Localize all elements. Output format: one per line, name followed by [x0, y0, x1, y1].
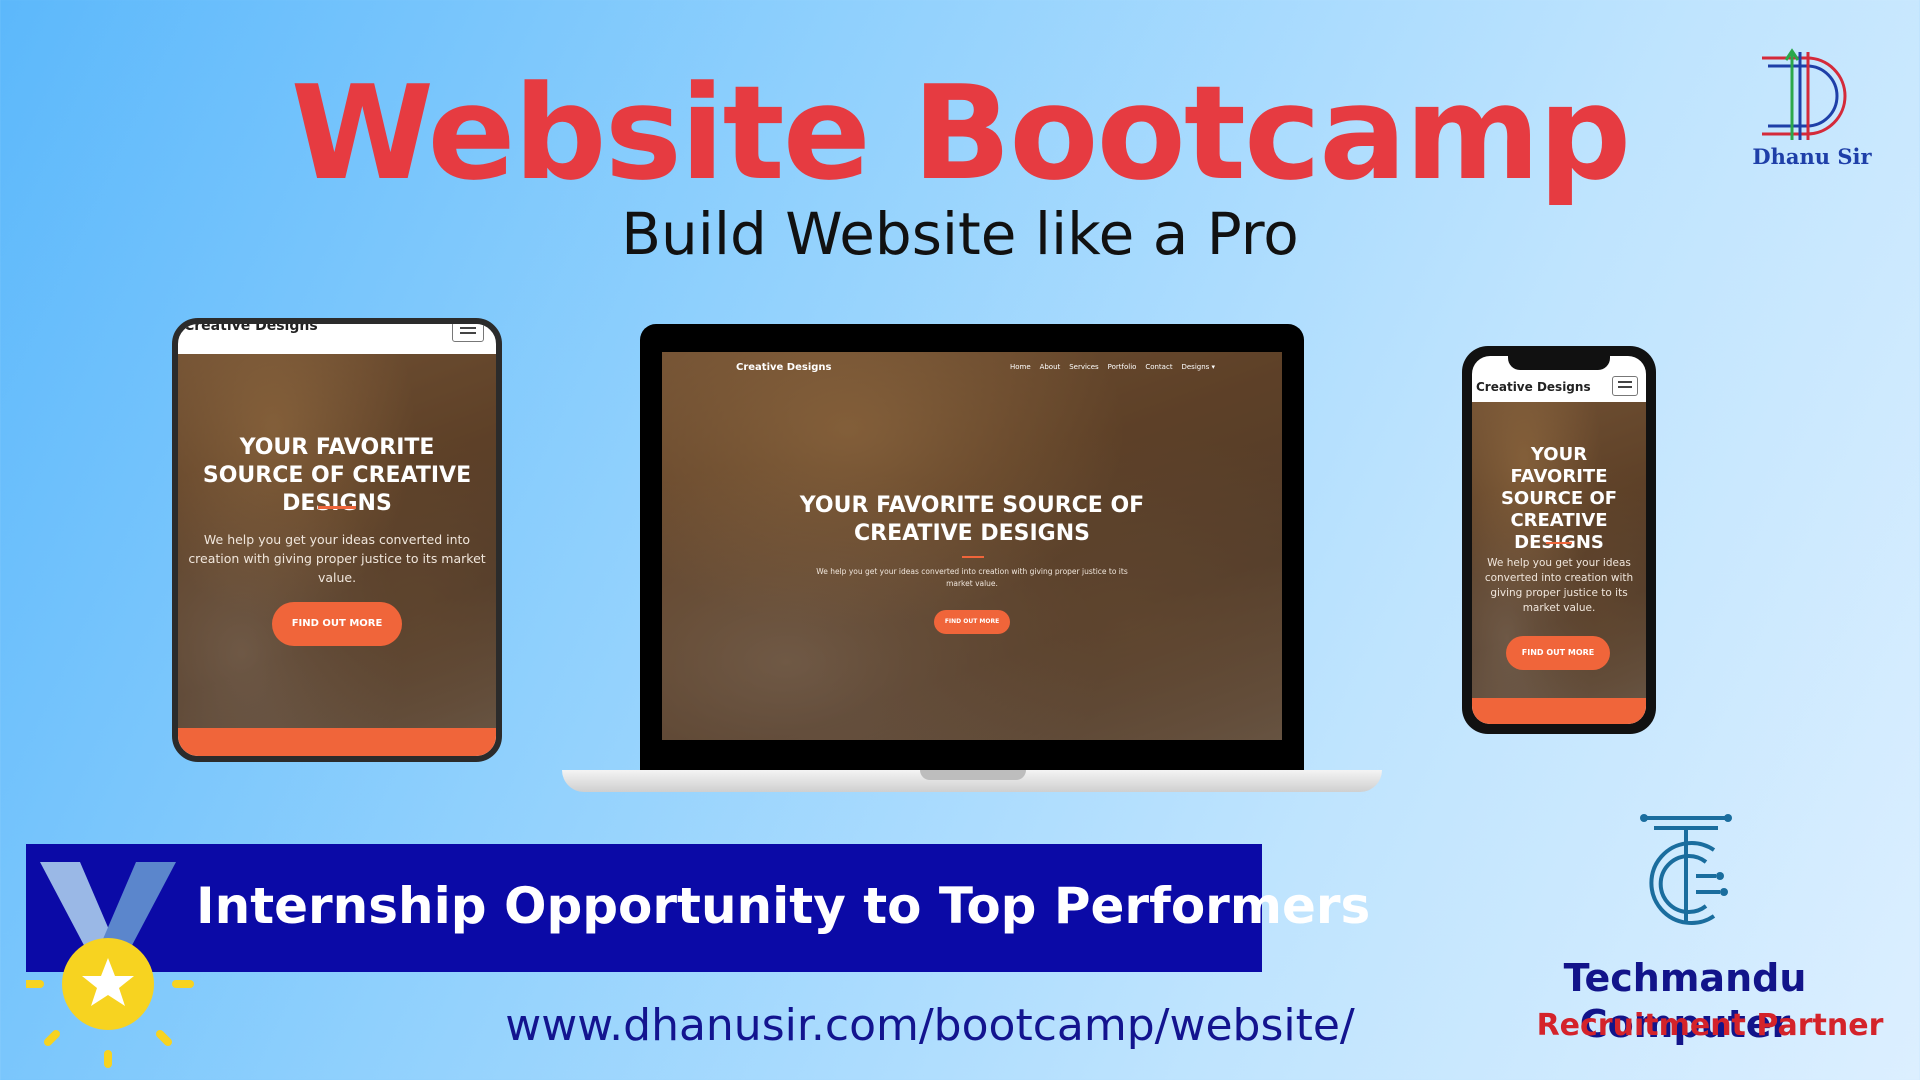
laptop-description: We help you get your ideas converted int… — [816, 567, 1128, 588]
partner-role: Recruitment Partner — [1536, 1008, 1884, 1043]
laptop-headline: YOUR FAVORITE SOURCE OF CREATIVE DESIGNS — [799, 493, 1145, 546]
dhanu-logo-icon — [1762, 48, 1847, 140]
techmandu-logo-icon — [1640, 814, 1732, 925]
page-title: Website Bootcamp — [290, 57, 1632, 209]
nav-home[interactable]: Home — [1010, 363, 1031, 371]
phone-display: Creative Designs YOUR FAVORITE SOURCE OF… — [1472, 356, 1646, 724]
laptop-mockup: Creative Designs Home About Services Por… — [640, 324, 1304, 772]
tablet-cta-button[interactable]: FIND OUT MORE — [272, 602, 402, 646]
phone-description: We help you get your ideas converted int… — [1484, 557, 1634, 614]
tablet-footer-bar — [178, 728, 496, 756]
phone-mockup: Creative Designs YOUR FAVORITE SOURCE OF… — [1462, 346, 1656, 734]
phone-brand: Creative Designs — [1476, 380, 1591, 394]
phone-headline: YOUR FAVORITE SOURCE OF CREATIVE DESIGNS — [1500, 444, 1618, 553]
laptop-nav: Home About Services Portfolio Contact De… — [1010, 363, 1215, 371]
nav-services[interactable]: Services — [1069, 363, 1099, 371]
tablet-mockup: Creative Designs YOUR FAVORITE SOURCE OF… — [172, 318, 502, 762]
phone-divider — [1546, 542, 1572, 544]
laptop-divider — [962, 556, 984, 558]
page-subtitle: Build Website like a Pro — [621, 200, 1299, 268]
tablet-brand: Creative Designs — [184, 318, 318, 334]
laptop-notch — [920, 770, 1026, 780]
laptop-brand: Creative Designs — [736, 362, 832, 373]
tablet-description: We help you get your ideas converted int… — [188, 532, 486, 585]
nav-contact[interactable]: Contact — [1145, 363, 1172, 371]
phone-notch — [1508, 356, 1610, 370]
phone-menu-icon[interactable] — [1612, 376, 1638, 396]
dhanu-sir-logo-text: Dhanu Sir — [1752, 144, 1872, 169]
dhanu-sir-logo: Dhanu Sir — [1752, 48, 1872, 169]
laptop-screen: Creative Designs Home About Services Por… — [662, 352, 1282, 740]
laptop-cta-button[interactable]: FIND OUT MORE — [934, 610, 1010, 634]
nav-portfolio[interactable]: Portfolio — [1108, 363, 1137, 371]
nav-designs[interactable]: Designs — [1181, 363, 1209, 371]
phone-footer-bar — [1472, 698, 1646, 724]
tablet-divider — [318, 506, 356, 509]
banner-text: Internship Opportunity to Top Performers — [196, 877, 1371, 935]
phone-screen: YOUR FAVORITE SOURCE OF CREATIVE DESIGNS… — [1472, 402, 1646, 698]
tablet-menu-icon[interactable] — [452, 324, 484, 342]
tablet-screen: YOUR FAVORITE SOURCE OF CREATIVE DESIGNS… — [178, 354, 496, 728]
chevron-down-icon[interactable]: ▾ — [1212, 363, 1216, 371]
phone-cta-button[interactable]: FIND OUT MORE — [1506, 636, 1610, 670]
nav-about[interactable]: About — [1040, 363, 1061, 371]
